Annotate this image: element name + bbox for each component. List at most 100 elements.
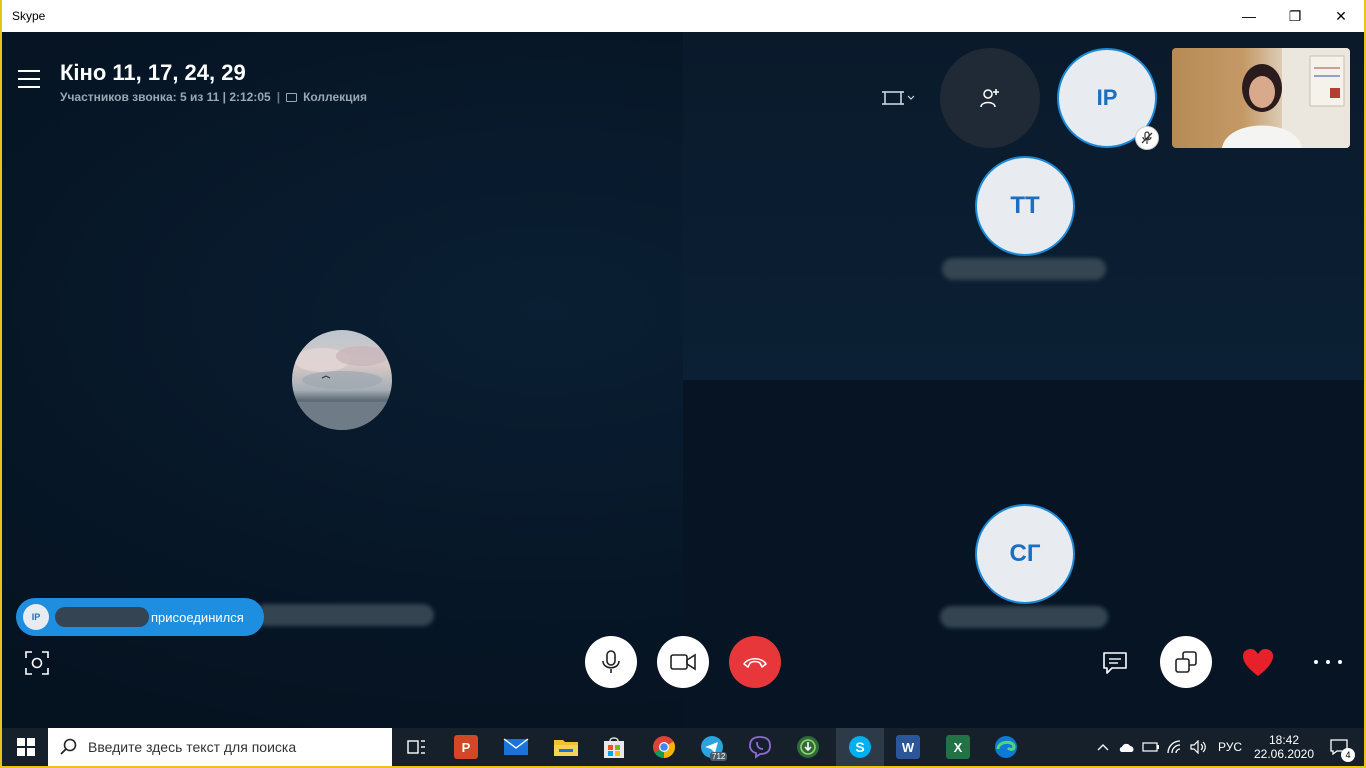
participants-count: Участников звонка: 5 из 11 | 2:12:05: [60, 90, 271, 104]
video-frame: [1222, 48, 1350, 148]
start-button[interactable]: [6, 728, 46, 766]
edge-icon: [995, 736, 1017, 758]
participant-initials: IP: [1096, 85, 1118, 110]
hang-up-button[interactable]: [729, 636, 781, 688]
menu-icon[interactable]: [18, 70, 40, 88]
microphone-icon: [602, 650, 620, 673]
cloud-icon: [1119, 743, 1134, 752]
windows-logo-icon: [17, 738, 35, 756]
video-button[interactable]: [657, 636, 709, 688]
mail-icon: [503, 738, 529, 755]
toast-avatar: IP: [23, 604, 49, 630]
participant-name-redacted: [254, 604, 434, 626]
wifi-tray[interactable]: [1164, 728, 1186, 766]
call-title: Кіно 11, 17, 24, 29: [60, 60, 246, 85]
chat-button[interactable]: [1102, 650, 1128, 676]
show-hidden-icons[interactable]: [1094, 728, 1112, 766]
volume-tray[interactable]: [1188, 728, 1210, 766]
participant-initials: СГ: [1009, 540, 1041, 567]
battery-icon: [1142, 742, 1159, 752]
windows-taskbar: P 712: [2, 728, 1364, 766]
hang-up-icon: [743, 657, 767, 668]
participant-name-redacted: [942, 258, 1106, 280]
dot-icon: [1338, 660, 1342, 664]
call-stage: Кіно 11, 17, 24, 29 Участников звонка: 5…: [2, 32, 1364, 728]
search-input[interactable]: [88, 739, 378, 755]
mail-app[interactable]: [500, 728, 532, 766]
download-app[interactable]: [792, 728, 824, 766]
participant-avatar-ip[interactable]: IP: [1057, 48, 1159, 150]
telegram-app[interactable]: 712: [696, 728, 728, 766]
speaker-icon: [1190, 740, 1206, 754]
video-camera-icon: [670, 653, 696, 671]
clock[interactable]: 18:42 22.06.2020: [1250, 728, 1318, 766]
mic-button[interactable]: [585, 636, 637, 688]
chrome-app[interactable]: [648, 728, 680, 766]
dot-icon: [1314, 660, 1318, 664]
screenshot-button[interactable]: [24, 650, 50, 676]
task-view-button[interactable]: [400, 728, 432, 766]
share-screen-button[interactable]: [1160, 636, 1212, 688]
sea-sunset-image: [292, 346, 392, 430]
toast-text: присоединился: [151, 609, 244, 625]
add-person-icon: [980, 89, 999, 108]
task-view-icon: [407, 740, 425, 754]
layout-switch-button[interactable]: [882, 88, 918, 108]
input-language[interactable]: РУС: [1214, 728, 1246, 766]
clock-date: 22.06.2020: [1253, 747, 1315, 761]
battery-tray[interactable]: [1140, 728, 1162, 766]
joined-notification: IP присоединился: [16, 598, 264, 636]
taskbar-search[interactable]: [48, 728, 392, 766]
edge-app[interactable]: [990, 728, 1022, 766]
viber-app[interactable]: [744, 728, 776, 766]
reactions-button[interactable]: [1242, 648, 1274, 678]
chrome-icon: [653, 736, 675, 758]
download-icon: [797, 736, 819, 758]
self-video-preview[interactable]: [1172, 48, 1350, 148]
onedrive-tray[interactable]: [1116, 728, 1138, 766]
title-bar: Skype — ❐ ✕: [2, 0, 1364, 32]
more-options-button[interactable]: [1314, 654, 1342, 670]
snapshot-icon: [25, 651, 49, 675]
participant-name-redacted: [940, 606, 1108, 628]
store-icon: [604, 737, 624, 758]
svg-text:S: S: [855, 739, 864, 755]
share-screen-icon: [1175, 651, 1197, 673]
muted-mic-icon: [1135, 126, 1159, 150]
skype-window: Skype — ❐ ✕ Кіно 11, 17, 24, 29 Участник…: [2, 0, 1364, 728]
skype-icon: S: [849, 736, 871, 758]
excel-app[interactable]: X: [942, 728, 974, 766]
heart-icon: [1243, 649, 1273, 676]
layout-icon: [882, 91, 915, 105]
toast-name-redacted: [55, 607, 149, 627]
powerpoint-app[interactable]: P: [450, 728, 482, 766]
participant-avatar-tt[interactable]: TT: [975, 156, 1075, 256]
add-participant-button[interactable]: [940, 48, 1040, 148]
subtitle-separator: |: [276, 90, 281, 104]
excel-icon: X: [946, 735, 970, 759]
clock-time: 18:42: [1268, 733, 1300, 747]
chat-icon: [1103, 652, 1127, 674]
wifi-icon: [1167, 740, 1181, 754]
collection-icon[interactable]: [286, 92, 298, 102]
close-button[interactable]: ✕: [1318, 0, 1364, 32]
minimize-button[interactable]: —: [1226, 0, 1272, 32]
search-icon: [60, 738, 77, 755]
telegram-badge: 712: [710, 752, 728, 761]
word-app[interactable]: W: [892, 728, 924, 766]
word-icon: W: [896, 735, 920, 759]
participant-initials: TT: [1010, 192, 1040, 219]
chevron-up-icon: [1097, 744, 1109, 751]
restore-button[interactable]: ❐: [1272, 0, 1318, 32]
participant-photo-avatar[interactable]: [292, 330, 392, 430]
collection-link[interactable]: Коллекция: [303, 90, 367, 104]
dot-icon: [1326, 660, 1330, 664]
action-center-button[interactable]: 4: [1322, 728, 1356, 766]
notification-count: 4: [1341, 748, 1355, 762]
store-app[interactable]: [598, 728, 630, 766]
call-subtitle: Участников звонка: 5 из 11 | 2:12:05 | К…: [60, 90, 367, 104]
file-explorer-app[interactable]: [550, 728, 582, 766]
participant-avatar-sg[interactable]: СГ: [975, 504, 1075, 604]
viber-icon: [749, 736, 771, 759]
skype-taskbar-app[interactable]: S: [836, 728, 884, 766]
